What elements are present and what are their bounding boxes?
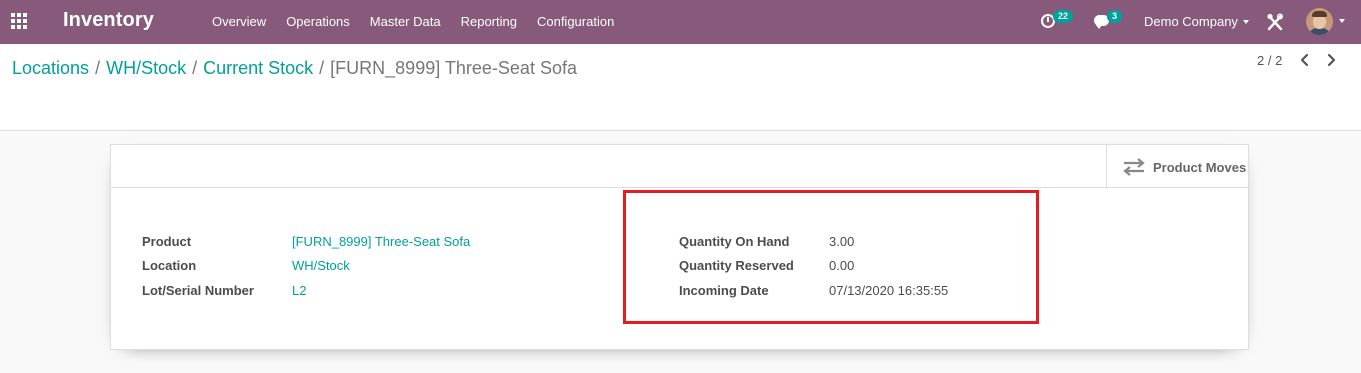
caret-down-icon <box>1242 20 1249 24</box>
lot-field-label-row: Lot/Serial Number <box>142 283 254 298</box>
location-field-label-row: Location <box>142 258 196 273</box>
chevron-left-icon[interactable] <box>1298 52 1312 68</box>
exchange-arrows-icon <box>1122 158 1146 176</box>
breadcrumb-locations[interactable]: Locations <box>12 58 89 78</box>
company-switcher[interactable]: Demo Company <box>1144 14 1249 29</box>
menu-item-overview[interactable]: Overview <box>202 0 276 44</box>
menu-item-master-data[interactable]: Master Data <box>360 0 451 44</box>
activity-menu[interactable]: 22 <box>1041 10 1077 32</box>
highlight-annotation-box <box>623 190 1039 324</box>
breadcrumb-current-stock[interactable]: Current Stock <box>203 58 313 78</box>
pager-value[interactable]: 2 / 2 <box>1257 53 1282 68</box>
tools-icon[interactable] <box>1267 13 1284 31</box>
messaging-menu[interactable]: 3 <box>1094 10 1128 32</box>
location-field-value-row: WH/Stock <box>292 258 350 273</box>
main-menu: Overview Operations Master Data Reportin… <box>202 0 624 44</box>
product-field-value-row: [FURN_8999] Three-Seat Sofa <box>292 234 470 249</box>
user-menu-caret-icon[interactable] <box>1339 19 1345 23</box>
menu-item-operations[interactable]: Operations <box>276 0 360 44</box>
location-label: Location <box>142 258 197 273</box>
activity-count-badge: 22 <box>1053 10 1074 23</box>
button-box: Product Moves <box>111 145 1248 188</box>
top-navbar: Inventory Overview Operations Master Dat… <box>0 0 1361 44</box>
message-count-badge: 3 <box>1107 10 1123 23</box>
breadcrumb: Locations / WH/Stock / Current Stock / [FURN_8… <box>12 58 577 79</box>
breadcrumb-current-record: [FURN_8999] Three-Seat Sofa <box>330 58 577 78</box>
app-title[interactable]: Inventory <box>63 9 154 32</box>
breadcrumb-separator: / <box>319 58 325 78</box>
company-name: Demo Company <box>1144 14 1238 29</box>
product-moves-label: Product Moves <box>1153 160 1247 175</box>
chevron-right-icon[interactable] <box>1324 52 1338 68</box>
apps-grid-icon[interactable] <box>11 13 29 29</box>
user-avatar[interactable] <box>1306 8 1333 35</box>
product-value-link[interactable]: [FURN_8999] Three-Seat Sofa <box>292 234 470 249</box>
lot-serial-label: Lot/Serial Number <box>142 283 254 298</box>
menu-item-configuration[interactable]: Configuration <box>527 0 624 44</box>
control-panel: Locations / WH/Stock / Current Stock / [FURN_8… <box>0 44 1361 131</box>
product-label: Product <box>142 234 192 249</box>
breadcrumb-separator: / <box>192 58 198 78</box>
location-value-link[interactable]: WH/Stock <box>292 258 350 273</box>
breadcrumb-separator: / <box>95 58 101 78</box>
breadcrumb-wh-stock[interactable]: WH/Stock <box>106 58 186 78</box>
product-field-label-row: Product <box>142 234 191 249</box>
lot-serial-value-link[interactable]: L2 <box>292 283 306 298</box>
product-moves-button[interactable]: Product Moves <box>1106 145 1248 188</box>
lot-field-value-row: L2 <box>292 283 306 298</box>
menu-item-reporting[interactable]: Reporting <box>451 0 527 44</box>
